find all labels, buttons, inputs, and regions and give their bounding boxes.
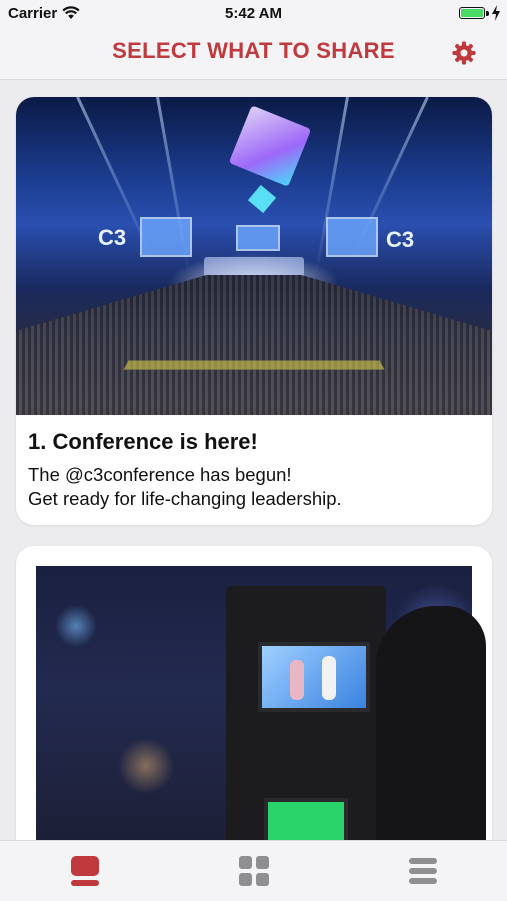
- post-feed[interactable]: C3 C3 1. Conference is here! The @c3conf…: [0, 80, 507, 840]
- navigation-header: SELECT WHAT TO SHARE: [0, 28, 507, 80]
- post-text: 1. Conference is here! The @c3conference…: [28, 429, 480, 511]
- list-icon: [408, 858, 437, 884]
- status-bar: Carrier 5:42 AM: [0, 0, 507, 28]
- page-title: SELECT WHAT TO SHARE: [112, 38, 395, 63]
- tab-bar: [0, 840, 507, 901]
- single-card-icon: [70, 856, 99, 886]
- gear-icon: [452, 41, 476, 65]
- tab-list-view[interactable]: [338, 841, 507, 901]
- battery-icon: [459, 7, 485, 19]
- post-body: The @c3conference has begun! Get ready f…: [28, 464, 342, 509]
- tab-single-view[interactable]: [0, 841, 169, 901]
- post-card[interactable]: [16, 546, 492, 840]
- grid-icon: [238, 856, 269, 886]
- post-card[interactable]: C3 C3 1. Conference is here! The @c3conf…: [16, 97, 492, 525]
- camera-photo: [36, 566, 486, 840]
- post-title: 1. Conference is here!: [28, 429, 258, 454]
- settings-button[interactable]: [451, 40, 477, 66]
- charging-icon: [491, 5, 501, 26]
- battery-cap: [486, 11, 489, 16]
- clock: 5:42 AM: [225, 5, 282, 22]
- tab-grid-view[interactable]: [169, 841, 338, 901]
- conference-photo: C3 C3: [16, 97, 492, 415]
